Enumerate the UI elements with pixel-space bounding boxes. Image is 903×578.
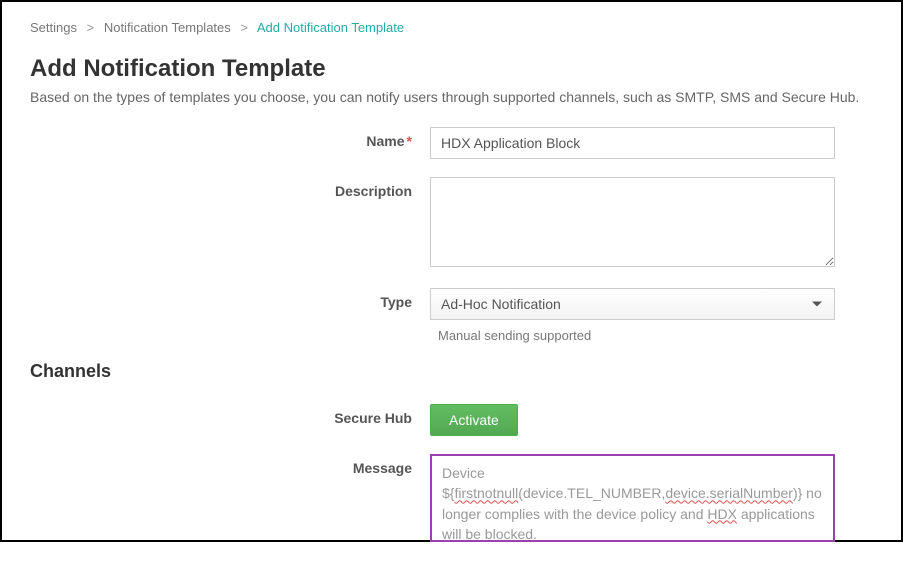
description-label: Description bbox=[30, 177, 430, 199]
breadcrumb-current: Add Notification Template bbox=[257, 20, 404, 35]
type-label: Type bbox=[30, 288, 430, 310]
breadcrumb-sep: > bbox=[240, 20, 248, 35]
channels-heading: Channels bbox=[30, 361, 873, 382]
page-title: Add Notification Template bbox=[30, 55, 873, 83]
name-input[interactable] bbox=[430, 127, 835, 159]
breadcrumb-sep: > bbox=[87, 20, 95, 35]
breadcrumb-settings[interactable]: Settings bbox=[30, 20, 77, 35]
breadcrumb: Settings > Notification Templates > Add … bbox=[30, 20, 873, 35]
activate-button[interactable]: Activate bbox=[430, 404, 518, 436]
securehub-label: Secure Hub bbox=[30, 404, 430, 426]
name-label: Name* bbox=[30, 127, 430, 149]
message-textarea[interactable]: Device ${firstnotnull(device.TEL_NUMBER,… bbox=[430, 454, 835, 542]
chevron-down-icon bbox=[812, 302, 822, 307]
breadcrumb-notification-templates[interactable]: Notification Templates bbox=[104, 20, 231, 35]
message-label: Message bbox=[30, 454, 430, 476]
description-textarea[interactable] bbox=[430, 177, 835, 267]
page-description: Based on the types of templates you choo… bbox=[30, 89, 873, 105]
type-select-value: Ad-Hoc Notification bbox=[441, 296, 561, 312]
type-helper-text: Manual sending supported bbox=[430, 328, 835, 343]
type-select[interactable]: Ad-Hoc Notification bbox=[430, 288, 835, 320]
